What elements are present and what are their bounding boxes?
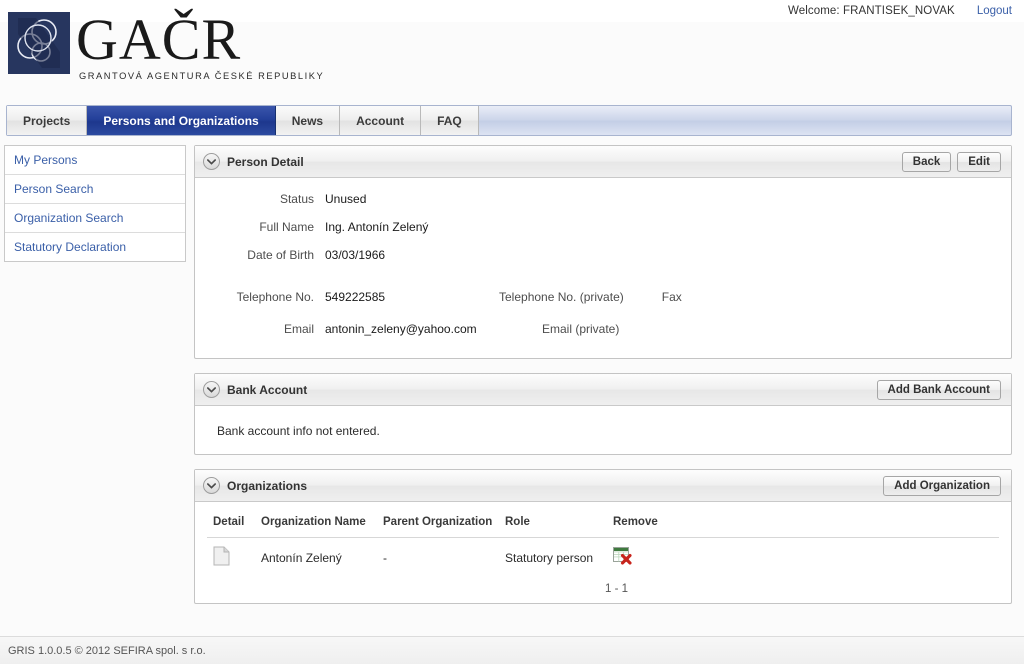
- gacr-emblem-icon: [8, 12, 70, 74]
- person-detail-panel: Person Detail Back Edit Status Unused Fu…: [194, 145, 1012, 359]
- field-row-telephone: Telephone No. 549222585 Telephone No. (p…: [207, 290, 999, 304]
- sidebar-menu: My Persons Person Search Organization Se…: [4, 145, 186, 262]
- logout-link[interactable]: Logout: [977, 5, 1012, 17]
- field-row-full-name: Full Name Ing. Antonín Zelený: [207, 220, 999, 234]
- field-row-date-of-birth: Date of Birth 03/03/1966: [207, 248, 999, 262]
- date-of-birth-value: 03/03/1966: [325, 248, 386, 262]
- add-bank-account-button[interactable]: Add Bank Account: [876, 379, 1001, 400]
- table-header-row: Detail Organization Name Parent Organiza…: [207, 514, 999, 538]
- chevron-down-icon[interactable]: [203, 381, 220, 398]
- cell-role: Statutory person: [505, 550, 594, 565]
- telephone-label: Telephone No.: [236, 290, 314, 304]
- footer-copyright-text: GRIS 1.0.0.5 © 2012 SEFIRA spol. s r.o.: [8, 644, 206, 657]
- tab-projects[interactable]: Projects: [7, 106, 88, 135]
- pagination-indicator: 1 - 1: [605, 583, 629, 595]
- field-row-status: Status Unused: [207, 192, 999, 206]
- cell-detail: [207, 538, 255, 578]
- tab-news[interactable]: News: [275, 106, 341, 135]
- logo-text-block: GAČR GRANTOVÁ AGENTURA ČESKÉ REPUBLIKY: [76, 7, 325, 82]
- main-navigation-tabs: Projects Persons and Organizations News …: [6, 105, 1012, 136]
- column-header-organization-name: Organization Name: [255, 514, 377, 538]
- column-header-filler: [667, 514, 999, 538]
- tab-account[interactable]: Account: [340, 106, 422, 135]
- column-header-detail: Detail: [207, 514, 255, 538]
- field-row-email: Email antonin_zeleny@yahoo.com Email (pr…: [207, 322, 999, 336]
- organizations-table: Detail Organization Name Parent Organiza…: [207, 514, 999, 577]
- status-value: Unused: [325, 192, 367, 206]
- organizations-panel: Organizations Add Organization Detail Or…: [194, 469, 1012, 604]
- organizations-table-body: Antonín Zelený - Statutory person: [207, 538, 999, 578]
- bank-account-empty-message: Bank account info not entered.: [217, 424, 380, 438]
- sidebar-item-my-persons[interactable]: My Persons: [5, 146, 185, 175]
- logo-subtitle: GRANTOVÁ AGENTURA ČESKÉ REPUBLIKY: [79, 71, 325, 81]
- organizations-title: Organizations: [227, 478, 308, 493]
- person-detail-header: Person Detail Back Edit: [195, 146, 1011, 178]
- edit-button[interactable]: Edit: [957, 151, 1001, 172]
- bank-account-body: Bank account info not entered.: [195, 406, 1011, 454]
- organizations-body: Detail Organization Name Parent Organiza…: [195, 502, 1011, 603]
- welcome-text: Welcome: FRANTISEK_NOVAK: [787, 5, 955, 17]
- column-header-remove: Remove: [607, 514, 667, 538]
- chevron-down-icon[interactable]: [203, 477, 220, 494]
- cell-organization-name: Antonín Zelený: [261, 550, 342, 565]
- bank-account-header: Bank Account Add Bank Account: [195, 374, 1011, 406]
- status-label: Status: [279, 192, 314, 206]
- sidebar-item-statutory-declaration[interactable]: Statutory Declaration: [5, 233, 185, 261]
- sidebar-item-person-search[interactable]: Person Search: [5, 175, 185, 204]
- fax-label: Fax: [661, 290, 682, 304]
- tab-persons-and-organizations[interactable]: Persons and Organizations: [87, 106, 276, 135]
- panels-column: Person Detail Back Edit Status Unused Fu…: [194, 145, 1012, 618]
- back-button[interactable]: Back: [901, 151, 952, 172]
- email-value: antonin_zeleny@yahoo.com: [325, 322, 477, 336]
- person-detail-title: Person Detail: [227, 154, 304, 169]
- person-detail-body: Status Unused Full Name Ing. Antonín Zel…: [195, 178, 1011, 358]
- add-organization-button[interactable]: Add Organization: [883, 475, 1001, 496]
- cell-parent-organization: -: [383, 550, 387, 565]
- logo-wordmark: GAČR: [76, 7, 242, 72]
- email-label: Email: [283, 322, 314, 336]
- bank-account-title: Bank Account: [227, 382, 308, 397]
- tab-bar-filler: [479, 106, 1011, 135]
- full-name-label: Full Name: [259, 220, 314, 234]
- table-row: Antonín Zelený - Statutory person: [207, 538, 999, 578]
- tab-faq[interactable]: FAQ: [421, 106, 479, 135]
- column-header-parent-organization: Parent Organization: [377, 514, 499, 538]
- page-root: Welcome: FRANTISEK_NOVAK Logout GAČR GRA…: [0, 0, 1024, 664]
- telephone-private-label: Telephone No. (private): [499, 290, 624, 304]
- sidebar-item-organization-search[interactable]: Organization Search: [5, 204, 185, 233]
- email-private-label: Email (private): [542, 322, 620, 336]
- date-of-birth-label: Date of Birth: [247, 248, 314, 262]
- chevron-down-icon[interactable]: [203, 153, 220, 170]
- organizations-header: Organizations Add Organization: [195, 470, 1011, 502]
- bank-account-panel: Bank Account Add Bank Account Bank accou…: [194, 373, 1012, 455]
- column-header-role: Role: [499, 514, 607, 538]
- site-logo[interactable]: GAČR GRANTOVÁ AGENTURA ČESKÉ REPUBLIKY: [8, 7, 325, 82]
- document-icon[interactable]: [213, 546, 249, 569]
- organizations-table-head: Detail Organization Name Parent Organiza…: [207, 514, 999, 538]
- cell-remove: [607, 538, 667, 578]
- cell-filler: [667, 538, 999, 578]
- remove-table-icon[interactable]: [613, 547, 661, 568]
- telephone-value: 549222585: [325, 290, 386, 304]
- full-name-value: Ing. Antonín Zelený: [325, 220, 429, 234]
- page-footer: GRIS 1.0.0.5 © 2012 SEFIRA spol. s r.o.: [0, 636, 1024, 664]
